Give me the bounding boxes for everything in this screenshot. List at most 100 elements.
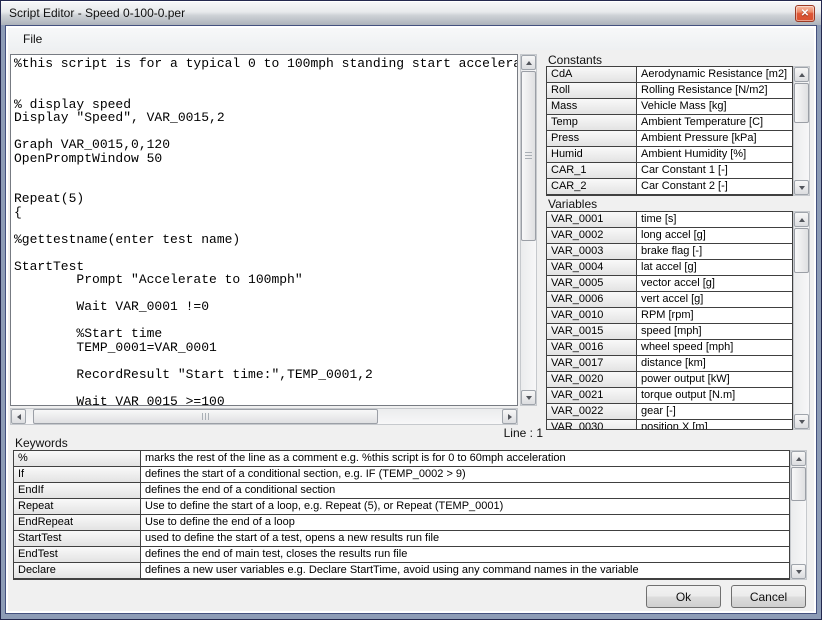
variables-scroll-down-button[interactable]	[794, 414, 809, 429]
variables-row[interactable]: VAR_0015 speed [mph]	[547, 324, 792, 340]
variable-description: RPM [rpm]	[637, 308, 792, 323]
editor-hscroll-thumb[interactable]	[33, 409, 378, 424]
keywords-vscroll-thumb[interactable]	[791, 467, 806, 501]
keyword-description: used to define the start of a test, open…	[141, 531, 789, 546]
client-area: File %this script is for a typical 0 to …	[8, 28, 814, 611]
keywords-row[interactable]: EndTest defines the end of main test, cl…	[14, 547, 789, 563]
variable-description: vector accel [g]	[637, 276, 792, 291]
variable-description: long accel [g]	[637, 228, 792, 243]
script-editor-box[interactable]: %this script is for a typical 0 to 100mp…	[10, 54, 518, 406]
keyword-name: EndTest	[14, 547, 141, 562]
menu-file[interactable]: File	[16, 28, 49, 50]
constants-row[interactable]: Mass Vehicle Mass [kg]	[547, 99, 792, 115]
variables-row[interactable]: VAR_0002 long accel [g]	[547, 228, 792, 244]
variables-row[interactable]: VAR_0001 time [s]	[547, 212, 792, 228]
editor-scroll-down-button[interactable]	[521, 390, 536, 405]
editor-scroll-right-button[interactable]	[502, 409, 517, 424]
editor-scroll-left-button[interactable]	[11, 409, 26, 424]
constants-row[interactable]: Roll Rolling Resistance [N/m2]	[547, 83, 792, 99]
variable-name: VAR_0010	[547, 308, 637, 323]
scroll-grip-icon	[525, 152, 532, 160]
variable-description: torque output [N.m]	[637, 388, 792, 403]
variables-row[interactable]: VAR_0005 vector accel [g]	[547, 276, 792, 292]
constant-description: Ambient Humidity [%]	[637, 147, 792, 162]
editor-vscrollbar[interactable]	[520, 54, 537, 406]
variables-row[interactable]: VAR_0003 brake flag [-]	[547, 244, 792, 260]
arrow-left-icon	[17, 414, 21, 420]
editor-vscroll-thumb[interactable]	[521, 71, 536, 241]
cancel-button[interactable]: Cancel	[731, 585, 806, 608]
variables-row[interactable]: VAR_0021 torque output [N.m]	[547, 388, 792, 404]
variable-name: VAR_0002	[547, 228, 637, 243]
constants-label: Constants	[548, 53, 602, 67]
variables-row[interactable]: VAR_0016 wheel speed [mph]	[547, 340, 792, 356]
titlebar[interactable]: Script Editor - Speed 0-100-0.per ✕	[1, 1, 821, 25]
arrow-up-icon	[799, 73, 805, 77]
constants-row[interactable]: CAR_1 Car Constant 1 [-]	[547, 163, 792, 179]
editor-hscrollbar[interactable]	[10, 408, 518, 425]
variable-name: VAR_0022	[547, 404, 637, 419]
keywords-scroll-up-button[interactable]	[791, 451, 806, 466]
variables-scroll-up-button[interactable]	[794, 212, 809, 227]
constant-description: Ambient Pressure [kPa]	[637, 131, 792, 146]
arrow-up-icon	[799, 218, 805, 222]
keywords-row[interactable]: EndRepeat Use to define the end of a loo…	[14, 515, 789, 531]
variable-name: VAR_0006	[547, 292, 637, 307]
variables-row[interactable]: VAR_0006 vert accel [g]	[547, 292, 792, 308]
close-button[interactable]: ✕	[795, 5, 815, 22]
keywords-scroll-down-button[interactable]	[791, 564, 806, 579]
constants-row[interactable]: Humid Ambient Humidity [%]	[547, 147, 792, 163]
keyword-name: EndIf	[14, 483, 141, 498]
window-title: Script Editor - Speed 0-100-0.per	[9, 1, 185, 25]
constants-vscroll-thumb[interactable]	[794, 83, 809, 123]
keyword-description: marks the rest of the line as a comment …	[141, 451, 789, 466]
variables-row[interactable]: VAR_0020 power output [kW]	[547, 372, 792, 388]
variables-row[interactable]: VAR_0022 gear [-]	[547, 404, 792, 420]
keywords-row[interactable]: % marks the rest of the line as a commen…	[14, 451, 789, 467]
constants-row[interactable]: CAR_2 Car Constant 2 [-]	[547, 179, 792, 195]
variable-name: VAR_0020	[547, 372, 637, 387]
constants-scroll-down-button[interactable]	[794, 180, 809, 195]
variable-description: distance [km]	[637, 356, 792, 371]
constant-description: Ambient Temperature [C]	[637, 115, 792, 130]
constant-description: Rolling Resistance [N/m2]	[637, 83, 792, 98]
variables-vscrollbar[interactable]	[793, 211, 810, 430]
constants-row[interactable]: Temp Ambient Temperature [C]	[547, 115, 792, 131]
variables-row[interactable]: VAR_0010 RPM [rpm]	[547, 308, 792, 324]
variable-description: brake flag [-]	[637, 244, 792, 259]
keyword-description: defines the end of a conditional section	[141, 483, 789, 498]
arrow-down-icon	[799, 420, 805, 424]
keyword-name: Declare	[14, 563, 141, 578]
keywords-row[interactable]: Repeat Use to define the start of a loop…	[14, 499, 789, 515]
constants-row[interactable]: Press Ambient Pressure [kPa]	[547, 131, 792, 147]
keywords-row[interactable]: If defines the start of a conditional se…	[14, 467, 789, 483]
window-frame: File %this script is for a typical 0 to …	[5, 25, 817, 614]
keywords-vscrollbar[interactable]	[790, 450, 807, 580]
constants-scroll-up-button[interactable]	[794, 67, 809, 82]
keyword-name: StartTest	[14, 531, 141, 546]
keyword-description: defines the start of a conditional secti…	[141, 467, 789, 482]
constant-name: Roll	[547, 83, 637, 98]
keyword-name: %	[14, 451, 141, 466]
script-text-editor[interactable]: %this script is for a typical 0 to 100mp…	[11, 55, 517, 406]
keywords-row[interactable]: StartTest used to define the start of a …	[14, 531, 789, 547]
constants-vscrollbar[interactable]	[793, 66, 810, 196]
constants-row[interactable]: CdA Aerodynamic Resistance [m2]	[547, 67, 792, 83]
editor-scroll-up-button[interactable]	[521, 55, 536, 70]
keywords-row[interactable]: EndIf defines the end of a conditional s…	[14, 483, 789, 499]
variable-name: VAR_0015	[547, 324, 637, 339]
line-status: Line : 1	[438, 426, 543, 440]
keyword-name: Repeat	[14, 499, 141, 514]
variables-vscroll-thumb[interactable]	[794, 228, 809, 273]
arrow-right-icon	[508, 414, 512, 420]
variables-row[interactable]: VAR_0017 distance [km]	[547, 356, 792, 372]
variables-row[interactable]: VAR_0004 lat accel [g]	[547, 260, 792, 276]
keywords-row[interactable]: Declare defines a new user variables e.g…	[14, 563, 789, 579]
variable-description: speed [mph]	[637, 324, 792, 339]
variable-name: VAR_0001	[547, 212, 637, 227]
variables-row[interactable]: VAR_0030 position X [m]	[547, 420, 792, 430]
arrow-up-icon	[526, 61, 532, 65]
constants-table: CdA Aerodynamic Resistance [m2] Roll Rol…	[546, 66, 793, 196]
variable-description: wheel speed [mph]	[637, 340, 792, 355]
ok-button[interactable]: Ok	[646, 585, 721, 608]
